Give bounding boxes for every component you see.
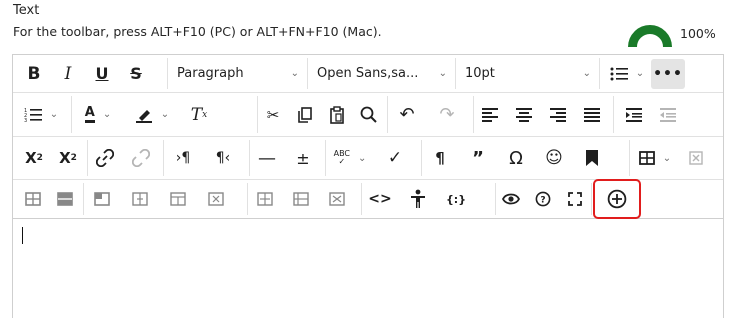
help-icon[interactable]: ? (527, 184, 559, 214)
table-insert-col-after-icon[interactable] (159, 184, 197, 214)
table-icon[interactable]: ⌄ (631, 143, 679, 173)
superscript-icon[interactable]: X2 (17, 143, 51, 173)
chevron-down-icon: ⌄ (102, 109, 112, 120)
emoji-icon[interactable]: ☺ (535, 143, 573, 173)
align-center-icon[interactable] (507, 100, 541, 130)
toolbar-hint: For the toolbar, press ALT+F10 (PC) or A… (13, 24, 382, 39)
accessibility-icon[interactable] (399, 184, 437, 214)
bullet-list-icon[interactable]: ⌄ (603, 59, 651, 89)
highlight-color-icon[interactable]: ⌄ (125, 100, 179, 130)
toolbar-row-4: <> {:} ? (13, 179, 723, 219)
math-icon[interactable]: {:} (437, 184, 475, 214)
cut-icon[interactable]: ✂ (257, 100, 289, 130)
undo-icon[interactable]: ↶ (387, 100, 427, 130)
svg-text:3: 3 (24, 118, 27, 123)
paste-icon[interactable] (321, 100, 353, 130)
table-delete-icon[interactable] (679, 143, 713, 173)
font-size-value: 10pt (465, 66, 495, 81)
table-insert-row-before-icon[interactable] (17, 184, 49, 214)
plus-minus-icon[interactable]: ± (285, 143, 321, 173)
table-delete-col-icon[interactable] (197, 184, 235, 214)
font-family-select[interactable]: Open Sans,sa... ⌄ (307, 59, 453, 89)
clear-formatting-icon[interactable]: Tx (179, 100, 219, 130)
text-color-icon[interactable]: A ⌄ (71, 100, 125, 130)
source-code-icon[interactable]: <> (361, 184, 399, 214)
align-left-icon[interactable] (473, 100, 507, 130)
chevron-down-icon: ⌄ (635, 68, 645, 79)
unlink-icon[interactable] (123, 143, 159, 173)
chevron-down-icon: ⌄ (49, 109, 59, 120)
underline-icon[interactable]: U (85, 59, 119, 89)
table-insert-row-after-icon[interactable] (49, 184, 81, 214)
toolbar-row-1: B I U S Paragraph ⌄ Open Sans,sa... ⌄ 10… (13, 55, 723, 93)
table-delete-row-icon[interactable] (83, 184, 121, 214)
chevron-down-icon: ⌄ (662, 152, 672, 164)
paragraph-format-value: Paragraph (177, 66, 244, 81)
toolbar-row-3: X2 X2 ›¶ ¶‹ — ± ABC ✓ ⌄ ✓ ¶ ” Ω ☺ ⌄ (13, 137, 723, 180)
table-cell-props-icon[interactable] (319, 184, 355, 214)
ltr-icon[interactable]: ›¶ (163, 143, 203, 173)
toolbar-row-2: 123 ⌄ A ⌄ ⌄ Tx ✂ ↶ ↷ (13, 93, 723, 137)
progress-gauge (628, 25, 672, 47)
chevron-down-icon: ⌄ (438, 68, 447, 79)
chevron-down-icon: ⌄ (290, 68, 299, 79)
more-icon[interactable]: ••• (651, 58, 685, 89)
align-right-icon[interactable] (541, 100, 575, 130)
spellcheck-icon[interactable]: ABC ✓ ⌄ (325, 143, 375, 173)
fullscreen-icon[interactable] (559, 184, 591, 214)
link-icon[interactable] (87, 143, 123, 173)
progress-gauge-label: 100% (680, 26, 716, 41)
bold-icon[interactable]: B (17, 59, 51, 89)
copy-icon[interactable] (289, 100, 321, 130)
text-cursor (22, 227, 23, 244)
add-content-icon[interactable] (593, 179, 641, 219)
table-insert-col-before-icon[interactable] (121, 184, 159, 214)
redo-icon[interactable]: ↷ (427, 100, 467, 130)
chevron-down-icon: ⌄ (582, 68, 591, 79)
text-field-label: Text (13, 3, 40, 18)
strikethrough-icon[interactable]: S (119, 59, 153, 89)
chevron-down-icon: ⌄ (160, 109, 170, 120)
justify-icon[interactable] (575, 100, 609, 130)
horizontal-rule-icon[interactable]: — (249, 143, 285, 173)
table-merge-cells-icon[interactable] (247, 184, 283, 214)
table-split-cell-icon[interactable] (283, 184, 319, 214)
pilcrow-icon[interactable]: ¶ (421, 143, 459, 173)
numbered-list-icon[interactable]: 123 ⌄ (17, 100, 65, 130)
svg-text:?: ? (540, 196, 545, 206)
indent-icon[interactable] (617, 100, 651, 130)
outdent-icon[interactable] (651, 100, 685, 130)
italic-icon[interactable]: I (51, 59, 85, 89)
paragraph-format-select[interactable]: Paragraph ⌄ (167, 59, 305, 89)
rtl-icon[interactable]: ¶‹ (203, 143, 243, 173)
font-size-select[interactable]: 10pt ⌄ (455, 59, 597, 89)
find-icon[interactable] (353, 100, 385, 130)
checkmark-icon[interactable]: ✓ (375, 143, 415, 173)
editor-text-area[interactable] (13, 219, 723, 318)
omega-icon[interactable]: Ω (497, 143, 535, 173)
bookmark-icon[interactable] (573, 143, 611, 173)
quote-icon[interactable]: ” (459, 143, 497, 173)
subscript-icon[interactable]: X2 (51, 143, 85, 173)
preview-icon[interactable] (495, 184, 527, 214)
rich-text-editor: B I U S Paragraph ⌄ Open Sans,sa... ⌄ 10… (12, 54, 724, 318)
chevron-down-icon: ⌄ (358, 152, 367, 164)
font-family-value: Open Sans,sa... (317, 66, 419, 81)
